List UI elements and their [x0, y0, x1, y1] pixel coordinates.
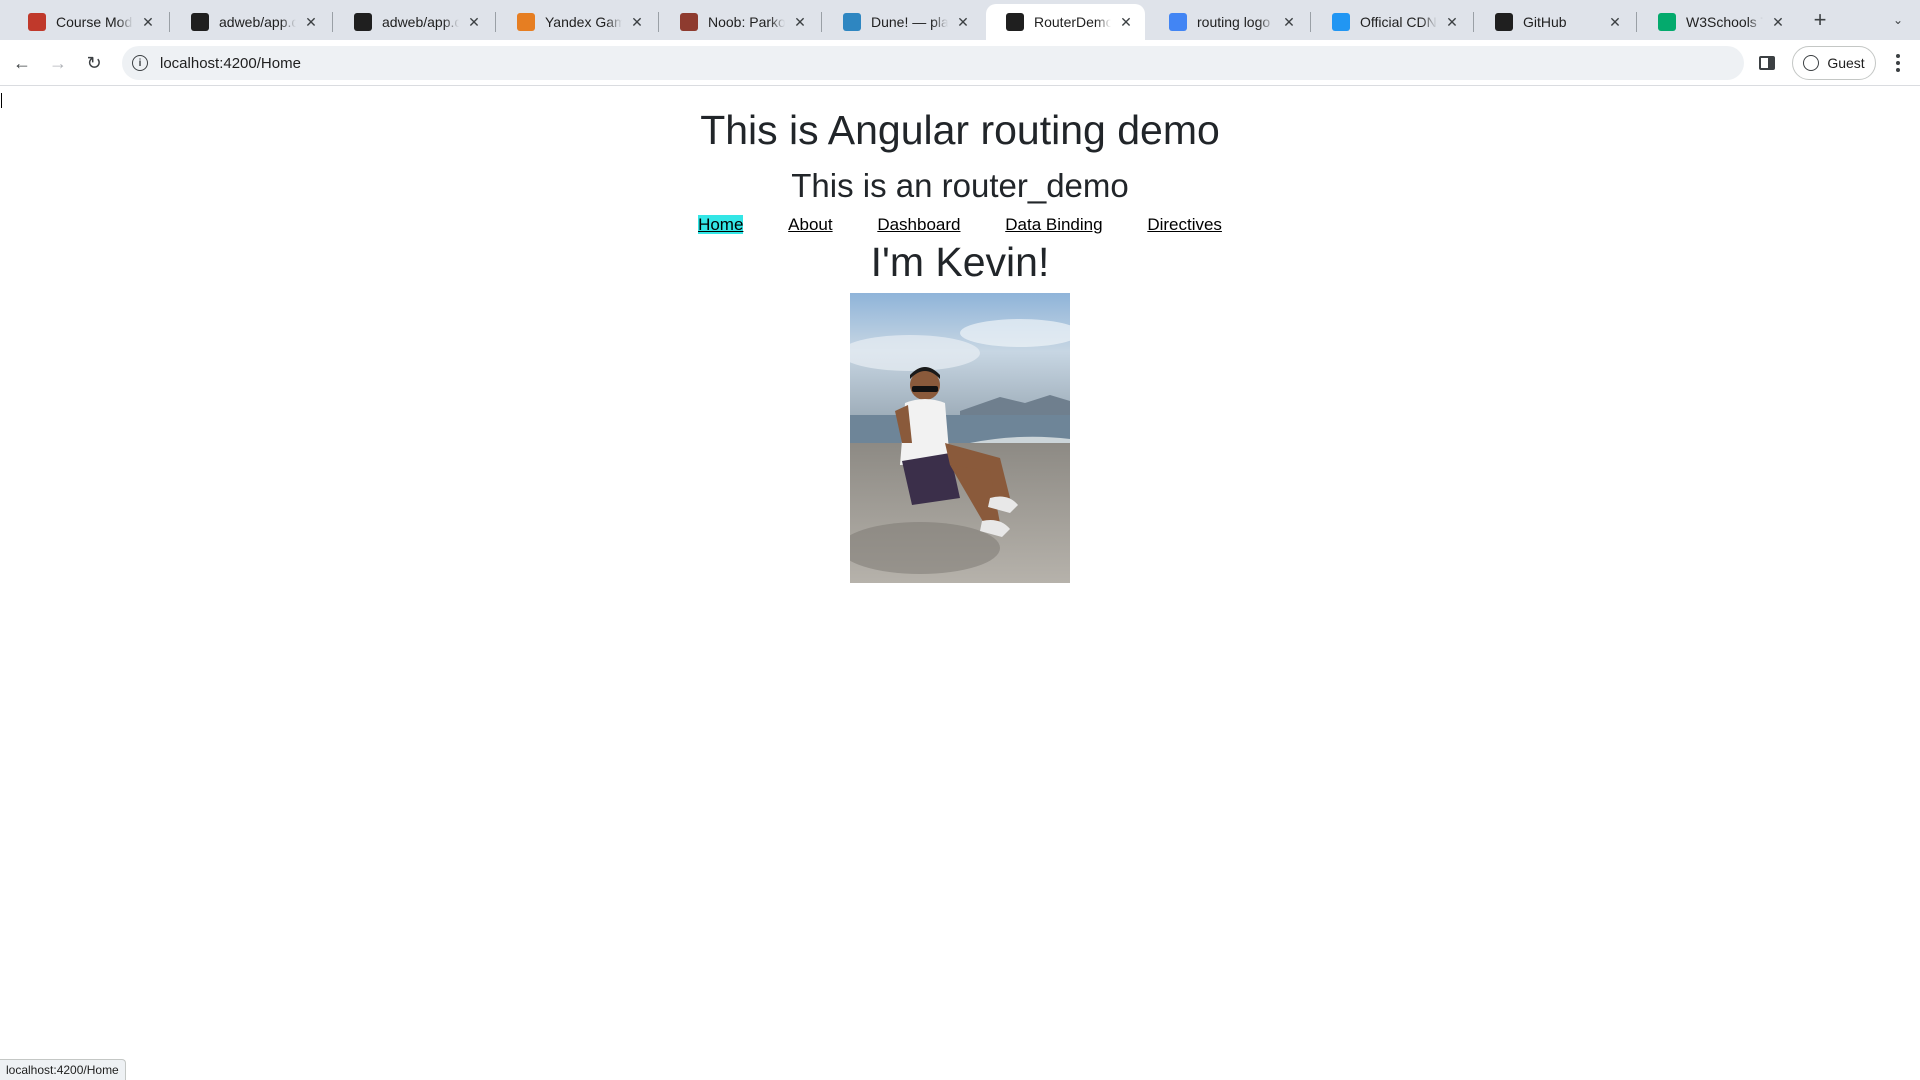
nav-link-about[interactable]: About: [788, 215, 832, 234]
w3schools-icon: [1658, 13, 1676, 31]
nav-link-home[interactable]: Home: [698, 215, 744, 234]
profile-avatar-icon: [1803, 55, 1820, 71]
browser-tab[interactable]: adweb/app.com ✕: [171, 4, 330, 40]
greeting-heading: I'm Kevin!: [870, 239, 1050, 285]
text-caret: [1, 93, 2, 108]
address-url[interactable]: localhost:4200/Home: [160, 55, 301, 72]
nav-link-dashboard[interactable]: Dashboard: [877, 215, 960, 234]
tab-separator: [169, 12, 170, 32]
browser-tab[interactable]: W3Schools Tryit ✕: [1638, 4, 1797, 40]
tab-title: Course Modules: [56, 14, 133, 30]
back-button[interactable]: ←: [8, 49, 36, 77]
browser-tab[interactable]: RouterDemo ✕: [986, 4, 1145, 40]
github-icon: [354, 13, 372, 31]
close-tab-icon[interactable]: ✕: [139, 13, 157, 31]
profile-button[interactable]: Guest: [1792, 46, 1876, 80]
tab-search-icon[interactable]: ⌄: [1884, 8, 1912, 32]
close-tab-icon[interactable]: ✕: [302, 13, 320, 31]
page-viewport: This is Angular routing demo This is an …: [0, 87, 1920, 1080]
tab-strip: Course Modules✕adweb/app.com✕adweb/app.c…: [0, 0, 1920, 40]
profile-label: Guest: [1827, 55, 1865, 71]
course-icon: [28, 13, 46, 31]
site-info-icon[interactable]: i: [132, 55, 148, 71]
tab-separator: [332, 12, 333, 32]
browser-tab[interactable]: Yandex Games - ✕: [497, 4, 656, 40]
close-tab-icon[interactable]: ✕: [791, 13, 809, 31]
close-tab-icon[interactable]: ✕: [1606, 13, 1624, 31]
game-icon: [680, 13, 698, 31]
browser-tab[interactable]: routing logo - G ✕: [1149, 4, 1308, 40]
profile-photo: [850, 293, 1070, 583]
browser-tab[interactable]: GitHub ✕: [1475, 4, 1634, 40]
nav-link-data-binding[interactable]: Data Binding: [1005, 215, 1102, 234]
close-tab-icon[interactable]: ✕: [628, 13, 646, 31]
forward-button[interactable]: →: [44, 49, 72, 77]
close-tab-icon[interactable]: ✕: [954, 13, 972, 31]
bootstrap-icon: [1332, 13, 1350, 31]
browser-tab[interactable]: Dune! — play on ✕: [823, 4, 982, 40]
tab-separator: [1473, 12, 1474, 32]
browser-tab[interactable]: adweb/app.com ✕: [334, 4, 493, 40]
github-icon: [191, 13, 209, 31]
browser-menu-icon[interactable]: [1888, 49, 1908, 77]
google-icon: [1169, 13, 1187, 31]
github-icon: [1495, 13, 1513, 31]
side-panel-icon[interactable]: [1756, 52, 1778, 74]
tab-title: routing logo - G: [1197, 14, 1274, 30]
nav-link-directives[interactable]: Directives: [1147, 215, 1222, 234]
tab-title: Yandex Games -: [545, 14, 622, 30]
close-tab-icon[interactable]: ✕: [1280, 13, 1298, 31]
router-nav: Home About Dashboard Data Binding Direct…: [0, 215, 1920, 235]
reload-button[interactable]: ↻: [80, 49, 108, 77]
game-icon: [843, 13, 861, 31]
browser-tab[interactable]: Official CDN of ✕: [1312, 4, 1471, 40]
browser-tab[interactable]: Noob: Parkour in ✕: [660, 4, 819, 40]
tab-title: GitHub: [1523, 14, 1567, 30]
close-tab-icon[interactable]: ✕: [1117, 13, 1135, 31]
yandex-games-icon: [517, 13, 535, 31]
close-tab-icon[interactable]: ✕: [465, 13, 483, 31]
address-bar[interactable]: i localhost:4200/Home: [122, 46, 1744, 80]
page-subtitle: This is an router_demo: [791, 167, 1129, 204]
tab-title: adweb/app.com: [219, 14, 296, 30]
tab-title: W3Schools Tryit: [1686, 14, 1763, 30]
tab-separator: [1310, 12, 1311, 32]
tab-separator: [658, 12, 659, 32]
tab-title: Noob: Parkour in: [708, 14, 785, 30]
status-bar-url: localhost:4200/Home: [0, 1059, 126, 1080]
tab-separator: [1636, 12, 1637, 32]
tab-title: RouterDemo: [1034, 14, 1111, 30]
close-tab-icon[interactable]: ✕: [1443, 13, 1461, 31]
browser-tab[interactable]: Course Modules ✕: [8, 4, 167, 40]
angular-icon: [1006, 13, 1024, 31]
page-title: This is Angular routing demo: [700, 107, 1220, 153]
tab-separator: [495, 12, 496, 32]
browser-toolbar: ← → ↻ i localhost:4200/Home Guest: [0, 40, 1920, 86]
tab-separator: [821, 12, 822, 32]
tab-title: Official CDN of: [1360, 14, 1437, 30]
tab-title: Dune! — play on: [871, 14, 948, 30]
close-tab-icon[interactable]: ✕: [1769, 13, 1787, 31]
new-tab-button[interactable]: +: [1806, 6, 1834, 34]
tab-title: adweb/app.com: [382, 14, 459, 30]
